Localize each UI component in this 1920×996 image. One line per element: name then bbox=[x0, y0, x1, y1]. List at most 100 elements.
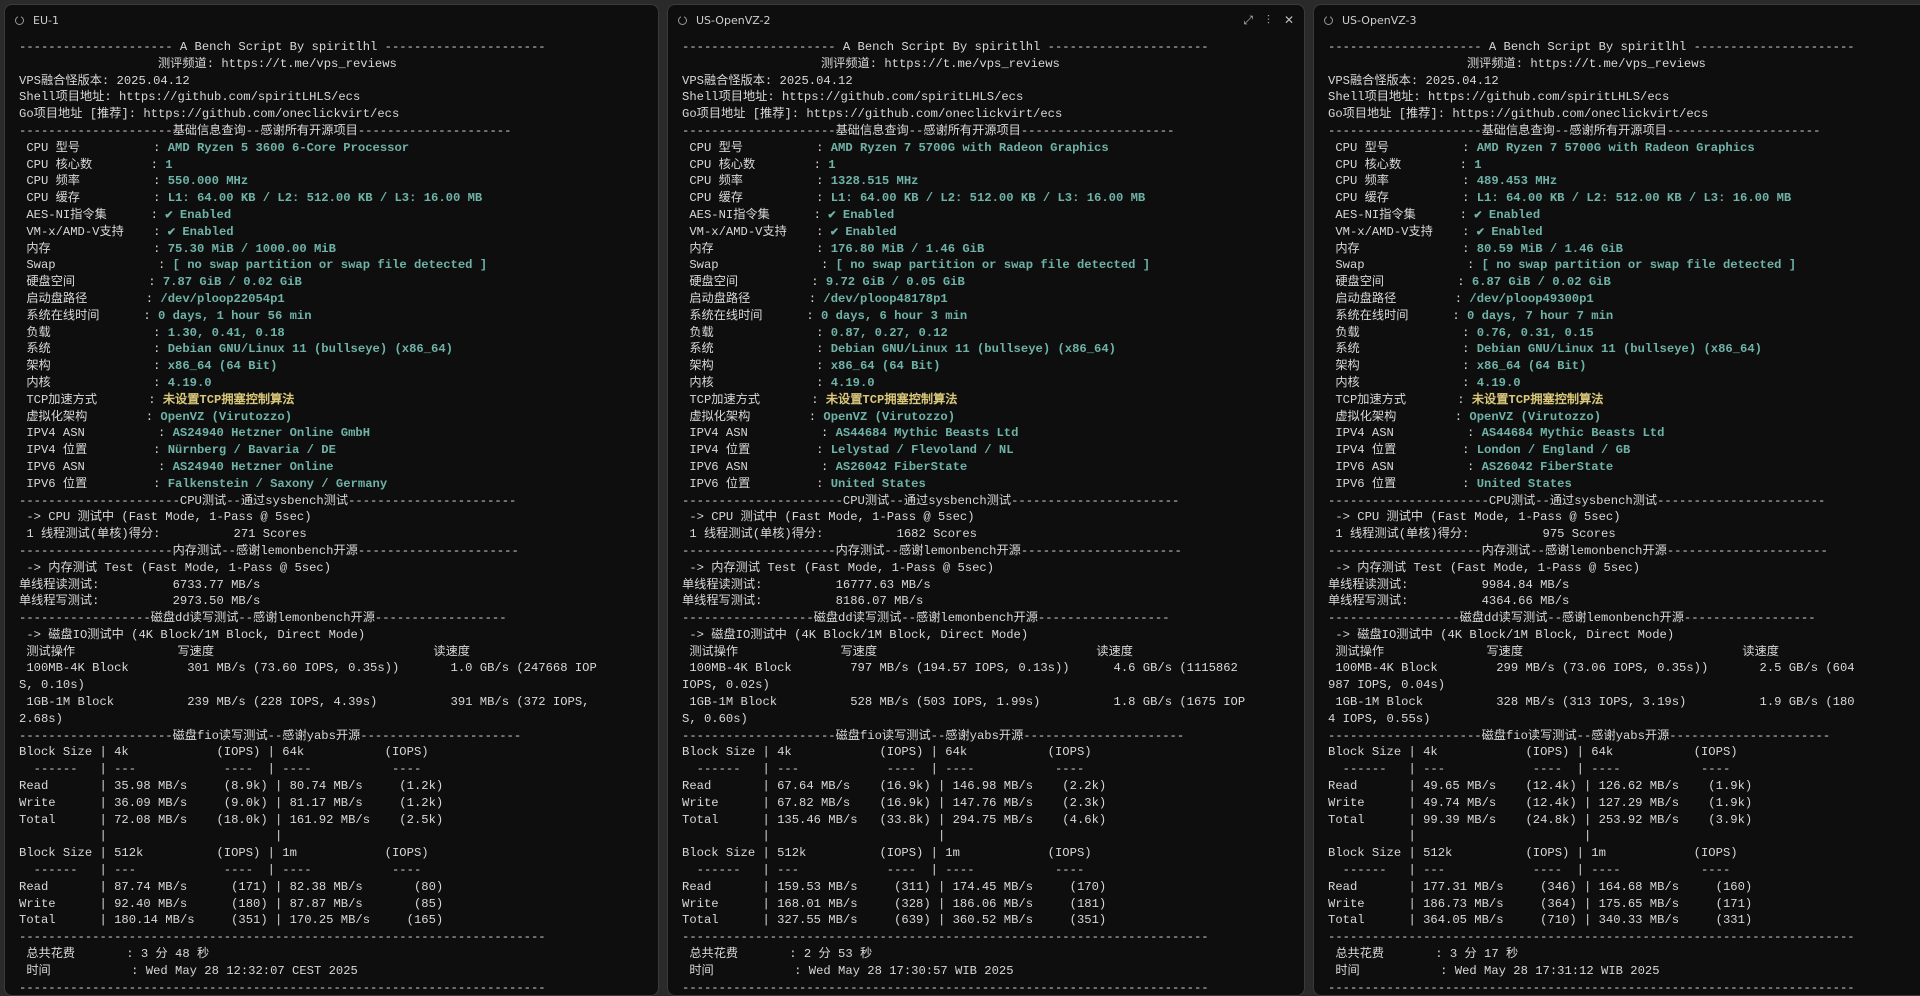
terminal-line: 100MB-4K Block 299 MB/s (73.06 IOPS, 0.3… bbox=[1328, 661, 1855, 676]
info-value: 0.76, 0.31, 0.15 bbox=[1476, 325, 1594, 340]
info-label: IPV4 位置 : bbox=[1328, 443, 1477, 458]
info-value: AMD Ryzen 7 5700G with Radeon Graphics bbox=[830, 140, 1109, 155]
terminal-line: Block Size | 4k (IOPS) | 64k (IOPS) bbox=[1328, 745, 1738, 760]
info-label: IPV4 ASN : bbox=[682, 426, 836, 441]
info-label: CPU 型号 : bbox=[1328, 140, 1477, 155]
terminal-line: ---------------------基础信息查询--感谢所有开源项目---… bbox=[1328, 123, 1821, 138]
info-value: AS26042 FiberState bbox=[835, 459, 968, 474]
terminal-line: Read | 177.31 MB/s (346) | 164.68 MB/s (… bbox=[1328, 879, 1753, 894]
info-label: AES-NI指令集 : bbox=[682, 207, 829, 222]
info-label: CPU 核心数 : bbox=[1328, 157, 1475, 172]
info-value: 1.30, 0.41, 0.18 bbox=[167, 325, 285, 340]
terminal-line: 内核 : 4.19.0 bbox=[1328, 375, 1920, 392]
info-value: AS44684 Mythic Beasts Ltd bbox=[835, 426, 1019, 441]
info-value: London / England / GB bbox=[1476, 443, 1631, 458]
terminal-line: 1GB-1M Block 328 MB/s (313 IOPS, 3.19s) … bbox=[1328, 695, 1855, 710]
terminal-line: Total | 72.08 MB/s (18.0k) | 161.92 MB/s… bbox=[19, 812, 444, 827]
terminal-line: ----------------------CPU测试--通过sysbench测… bbox=[19, 493, 517, 508]
info-label: Swap : bbox=[682, 258, 836, 273]
terminal-line: 测评频道: https://t.me/vps_reviews bbox=[1328, 56, 1706, 71]
terminal-pane-us-openvz-2[interactable]: US-OpenVZ-2 ⤢ ⫶ ✕ --------------------- … bbox=[667, 4, 1305, 996]
terminal-line: --------------------- A Bench Script By … bbox=[682, 40, 1209, 54]
info-value: 未设置TCP拥塞控制算法 bbox=[162, 392, 295, 407]
terminal-line: CPU 频率 : 1328.515 MHz bbox=[682, 173, 1304, 190]
terminal-output[interactable]: --------------------- A Bench Script By … bbox=[668, 35, 1304, 995]
pane-titlebar[interactable]: EU-1 bbox=[5, 5, 658, 35]
info-value: 4.19.0 bbox=[830, 375, 875, 390]
close-icon[interactable]: ✕ bbox=[1284, 13, 1294, 28]
terminal-output[interactable]: --------------------- A Bench Script By … bbox=[5, 35, 658, 995]
info-label: CPU 型号 : bbox=[19, 140, 168, 155]
pane-titlebar[interactable]: US-OpenVZ-2 ⤢ ⫶ ✕ bbox=[668, 5, 1304, 35]
terminal-line: TCP加速方式 : 未设置TCP拥塞控制算法 bbox=[682, 392, 1304, 409]
info-label: 内存 : bbox=[1328, 241, 1477, 256]
terminal-line: IPV6 位置 : United States bbox=[682, 476, 1304, 493]
terminal-line: 系统 : Debian GNU/Linux 11 (bullseye) (x86… bbox=[19, 341, 658, 358]
pane-titlebar[interactable]: US-OpenVZ-3 bbox=[1314, 5, 1920, 35]
info-label: 虚拟化架构 : bbox=[682, 409, 824, 424]
info-value: 0.87, 0.27, 0.12 bbox=[830, 325, 948, 340]
terminal-line: Write | 186.73 MB/s (364) | 175.65 MB/s … bbox=[1328, 896, 1753, 911]
terminal-line: -> 内存测试 Test (Fast Mode, 1-Pass @ 5sec) bbox=[1328, 560, 1641, 575]
info-label: IPV6 ASN : bbox=[19, 459, 173, 474]
info-value: 489.453 MHz bbox=[1476, 174, 1558, 189]
terminal-line: -> CPU 测试中 (Fast Mode, 1-Pass @ 5sec) bbox=[682, 510, 975, 525]
terminal-pane-us-openvz-3[interactable]: US-OpenVZ-3 --------------------- A Benc… bbox=[1313, 4, 1920, 996]
terminal-line: ---------------------内存测试--感谢lemonbench开… bbox=[1328, 543, 1828, 558]
terminal-line: 测评频道: https://t.me/vps_reviews bbox=[19, 56, 397, 71]
terminal-line: -> CPU 测试中 (Fast Mode, 1-Pass @ 5sec) bbox=[19, 510, 312, 525]
terminal-line: IPV4 ASN : AS24940 Hetzner Online GmbH bbox=[19, 425, 658, 442]
terminal-line: AES-NI指令集 : ✔ Enabled bbox=[682, 207, 1304, 224]
info-value: AS24940 Hetzner Online GmbH bbox=[172, 426, 371, 441]
info-label: 负载 : bbox=[1328, 325, 1477, 340]
terminal-line: Read | 67.64 MB/s (16.9k) | 146.98 MB/s … bbox=[682, 779, 1107, 794]
terminal-line: Total | 327.55 MB/s (639) | 360.52 MB/s … bbox=[682, 913, 1107, 928]
terminal-line: ------ | --- ---- | ---- ---- bbox=[19, 863, 422, 878]
info-value: Nürnberg / Bavaria / DE bbox=[167, 443, 336, 458]
info-label: 负载 : bbox=[19, 325, 168, 340]
info-value: Falkenstein / Saxony / Germany bbox=[167, 476, 388, 491]
terminal-line: IPV4 位置 : Nürnberg / Bavaria / DE bbox=[19, 442, 658, 459]
terminal-line: 测试操作 写速度 读速度 bbox=[682, 644, 1133, 659]
info-label: VM-x/AMD-V支持 : bbox=[1328, 224, 1477, 239]
terminal-line: 内存 : 80.59 MiB / 1.46 GiB bbox=[1328, 241, 1920, 258]
terminal-line: CPU 频率 : 489.453 MHz bbox=[1328, 173, 1920, 190]
terminal-line: CPU 核心数 : 1 bbox=[682, 157, 1304, 174]
info-label: 系统 : bbox=[1328, 342, 1477, 357]
info-label: VM-x/AMD-V支持 : bbox=[682, 224, 831, 239]
info-label: IPV4 ASN : bbox=[19, 426, 173, 441]
terminal-output[interactable]: --------------------- A Bench Script By … bbox=[1314, 35, 1920, 995]
expand-icon[interactable]: ⤢ bbox=[1243, 13, 1253, 28]
terminal-line: 100MB-4K Block 797 MB/s (194.57 IOPS, 0.… bbox=[682, 661, 1238, 676]
terminal-line: ------ | --- ---- | ---- ---- bbox=[682, 863, 1085, 878]
terminal-line: Block Size | 512k (IOPS) | 1m (IOPS) bbox=[1328, 846, 1738, 861]
terminal-line: ----------------------CPU测试--通过sysbench测… bbox=[682, 493, 1180, 508]
terminal-line: Block Size | 4k (IOPS) | 64k (IOPS) bbox=[19, 745, 429, 760]
info-value: 4.19.0 bbox=[1476, 375, 1521, 390]
terminal-line: 100MB-4K Block 301 MB/s (73.60 IOPS, 0.3… bbox=[19, 661, 597, 676]
terminal-line: ----------------------------------------… bbox=[1328, 930, 1855, 945]
split-icon[interactable]: ⫶ bbox=[1267, 13, 1270, 28]
info-value: ✔ Enabled bbox=[167, 224, 234, 239]
info-label: IPV6 位置 : bbox=[682, 476, 831, 491]
info-label: IPV4 ASN : bbox=[1328, 426, 1482, 441]
info-value: 6.87 GiB / 0.02 GiB bbox=[1471, 275, 1611, 290]
terminal-line: Total | 99.39 MB/s (24.8k) | 253.92 MB/s… bbox=[1328, 812, 1753, 827]
info-label: CPU 缓存 : bbox=[682, 191, 831, 206]
terminal-line: 时间 : Wed May 28 17:30:57 WIB 2025 bbox=[682, 963, 1014, 978]
info-value: 0 days, 7 hour 7 min bbox=[1466, 308, 1614, 323]
terminal-line: 负载 : 0.87, 0.27, 0.12 bbox=[682, 325, 1304, 342]
info-label: 启动盘路径 : bbox=[19, 291, 161, 306]
terminal-pane-eu-1[interactable]: EU-1 --------------------- A Bench Scrip… bbox=[4, 4, 659, 996]
info-label: 架构 : bbox=[682, 359, 831, 374]
terminal-line: TCP加速方式 : 未设置TCP拥塞控制算法 bbox=[19, 392, 658, 409]
info-label: CPU 缓存 : bbox=[1328, 191, 1477, 206]
info-label: IPV6 ASN : bbox=[1328, 459, 1482, 474]
info-value: /dev/ploop22054p1 bbox=[160, 291, 285, 306]
terminal-line: 架构 : x86_64 (64 Bit) bbox=[19, 358, 658, 375]
terminal-line: ----------------------CPU测试--通过sysbench测… bbox=[1328, 493, 1826, 508]
terminal-line: | | bbox=[19, 829, 283, 844]
terminal-line: Total | 135.46 MB/s (33.8k) | 294.75 MB/… bbox=[682, 812, 1107, 827]
terminal-icon bbox=[1324, 14, 1333, 25]
info-label: IPV4 位置 : bbox=[682, 443, 831, 458]
